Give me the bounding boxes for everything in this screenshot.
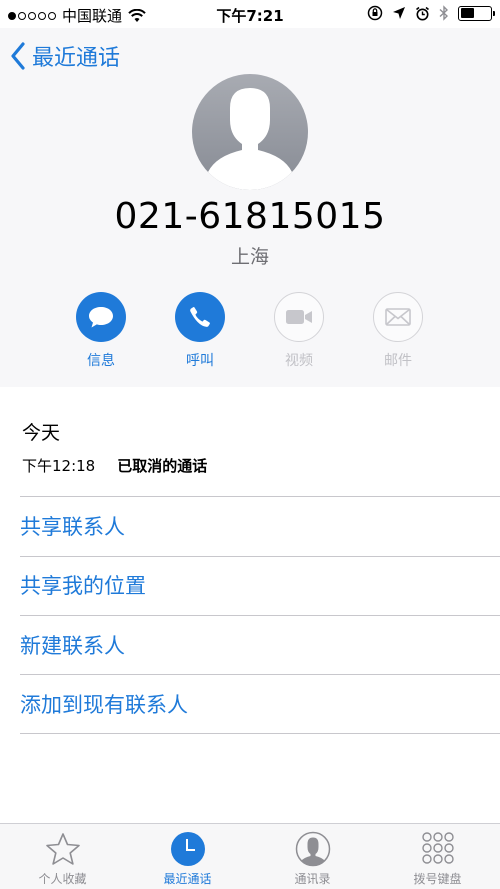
chevron-left-icon: [11, 42, 25, 70]
message-action[interactable]: 信息: [56, 292, 146, 370]
tab-keypad[interactable]: 拨号键盘: [375, 824, 500, 889]
person-silhouette-icon: [208, 88, 292, 190]
call-action[interactable]: 呼叫: [155, 292, 245, 370]
tab-contacts-label: 通讯录: [294, 872, 331, 886]
share-location-link[interactable]: 共享我的位置: [20, 570, 146, 600]
tab-bar: 个人收藏 最近通话 通讯录 拨号键盘: [0, 823, 500, 889]
divider: [20, 674, 500, 675]
call-action-label: 呼叫: [186, 353, 214, 369]
orientation-lock-icon: [367, 5, 383, 21]
video-camera-icon: [286, 310, 312, 324]
tab-recents-label: 最近通话: [163, 872, 212, 886]
divider: [20, 733, 500, 734]
call-action-circle[interactable]: [175, 292, 225, 342]
divider: [20, 556, 500, 557]
contact-actions: 信息 呼叫 视频 邮件: [0, 292, 500, 382]
add-to-existing-contact-link[interactable]: 添加到现有联系人: [20, 689, 188, 719]
tab-favorites-label: 个人收藏: [38, 872, 87, 886]
mail-action-circle[interactable]: [373, 292, 423, 342]
location-arrow-icon: [393, 7, 405, 19]
mail-icon: [385, 308, 411, 326]
phone-region: 上海: [230, 246, 269, 268]
clock-icon: [170, 832, 205, 866]
message-icon: [89, 307, 113, 328]
back-button-label: 最近通话: [32, 46, 121, 71]
mail-action-label: 邮件: [384, 353, 412, 369]
tab-favorites[interactable]: 个人收藏: [0, 824, 125, 889]
battery-level-fill: [460, 8, 474, 18]
video-action-label: 视频: [285, 353, 313, 369]
call-status: 已取消的通话: [117, 457, 208, 475]
battery-icon: [458, 5, 495, 21]
contacts-icon: [295, 831, 330, 867]
avatar: [192, 74, 308, 190]
video-action[interactable]: 视频: [254, 292, 344, 370]
tab-contacts[interactable]: 通讯录: [250, 824, 375, 889]
phone-icon: [190, 307, 210, 327]
divider: [20, 496, 500, 497]
share-contact-link[interactable]: 共享联系人: [20, 511, 125, 541]
call-history-day: 今天: [22, 422, 61, 444]
phone-number: 021-61815015: [114, 196, 386, 237]
divider: [20, 615, 500, 616]
call-history-row: 下午12:18 已取消的通话: [22, 455, 207, 476]
video-action-circle[interactable]: [274, 292, 324, 342]
tab-recents[interactable]: 最近通话: [125, 824, 250, 889]
contact-header: 最近通话 021-61815015 上海 信息 呼叫 视频 邮件: [0, 28, 500, 387]
keypad-icon: [421, 832, 454, 864]
message-action-label: 信息: [87, 353, 115, 369]
call-time: 下午12:18: [22, 457, 96, 475]
create-contact-link[interactable]: 新建联系人: [20, 630, 125, 660]
star-icon: [45, 833, 80, 865]
alarm-clock-icon: [416, 6, 429, 20]
status-bar: 中国联通 下午7:21: [0, 0, 500, 28]
message-action-circle[interactable]: [76, 292, 126, 342]
bluetooth-icon: [439, 5, 449, 21]
tab-keypad-label: 拨号键盘: [413, 872, 462, 886]
back-button[interactable]: 最近通话: [10, 40, 120, 72]
status-bar-right: [367, 5, 495, 21]
mail-action[interactable]: 邮件: [353, 292, 443, 370]
